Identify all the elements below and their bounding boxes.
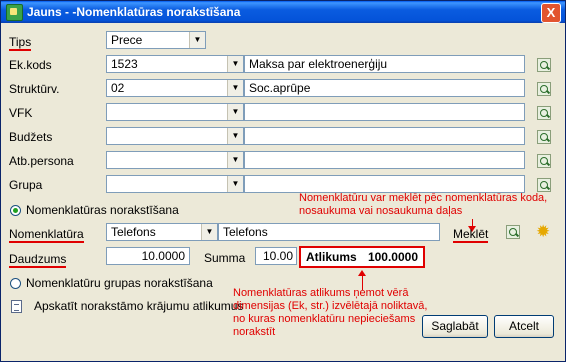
- lookup-icon[interactable]: [506, 225, 520, 239]
- atlikums-note-line: dimensijas (Ek, str.) izvēlētajā nolikta…: [233, 300, 428, 312]
- cancel-button[interactable]: Atcelt: [494, 315, 554, 338]
- apskatit-link[interactable]: Apskatīt norakstāmo krājumu atlikumus: [34, 299, 243, 313]
- nomenklatura-label: Nomenklatūra: [9, 227, 84, 243]
- budzets-label: Budžets: [9, 130, 53, 144]
- chevron-down-icon[interactable]: ▼: [227, 128, 243, 144]
- tips-select[interactable]: Prece ▼: [106, 31, 206, 49]
- chevron-down-icon[interactable]: ▼: [227, 56, 243, 72]
- chevron-down-icon[interactable]: ▼: [201, 224, 217, 240]
- close-button[interactable]: X: [541, 3, 561, 23]
- search-note-line: nosaukuma vai nosaukuma daļas: [299, 205, 463, 217]
- summa-field[interactable]: 10.00: [255, 247, 297, 265]
- radio-grupas-label: Nomenklatūru grupas norakstīšana: [26, 276, 213, 290]
- dialog-window: Jauns - -Nomenklatūras norakstīšana X Ti…: [0, 0, 566, 362]
- ekkods-name-field[interactable]: Maksa par elektroenerģiju: [244, 55, 525, 73]
- budzets-code-select[interactable]: ▼: [106, 127, 244, 145]
- daudzums-label: Daudzums: [9, 252, 67, 268]
- daudzums-field[interactable]: 10.0000: [106, 247, 190, 265]
- nomenklatura-code-select[interactable]: Telefons ▼: [106, 223, 218, 241]
- atbpersona-code-select[interactable]: ▼: [106, 151, 244, 169]
- document-icon[interactable]: [11, 300, 22, 313]
- atbpersona-name-field[interactable]: [244, 151, 525, 169]
- meklet-link[interactable]: Meklēt: [453, 227, 489, 243]
- atlikums-note-line: no kuras nomenklatūru nepieciešams: [233, 313, 416, 325]
- strukturv-code-select[interactable]: 02 ▼: [106, 79, 244, 97]
- vfk-label: VFK: [9, 106, 33, 120]
- grupa-name-field[interactable]: [244, 175, 525, 193]
- title-bar: Jauns - -Nomenklatūras norakstīšana X: [1, 1, 565, 23]
- tips-label: Tips: [9, 35, 32, 51]
- search-note-line: Nomenklatūru var meklēt pēc nomenklatūra…: [299, 192, 548, 204]
- lookup-icon[interactable]: [537, 106, 551, 120]
- atbpersona-label: Atb.persona: [9, 154, 74, 168]
- window-title: Jauns - -Nomenklatūras norakstīšana: [27, 5, 241, 19]
- atlikums-note: Nomenklatūras atlikums ņemot vērā dimens…: [233, 287, 427, 339]
- app-icon: [6, 4, 23, 21]
- budzets-name-field[interactable]: [244, 127, 525, 145]
- vfk-name-field[interactable]: [244, 103, 525, 121]
- atlikums-label: Atlikums: [306, 250, 357, 264]
- atlikums-note-line: norakstīt: [233, 326, 276, 338]
- lookup-icon[interactable]: [537, 82, 551, 96]
- radio-grupas-norakstisana[interactable]: [10, 278, 21, 289]
- lookup-icon[interactable]: [537, 58, 551, 72]
- ekkods-code-select[interactable]: 1523 ▼: [106, 55, 244, 73]
- lookup-icon[interactable]: [537, 154, 551, 168]
- summa-label: Summa: [204, 251, 246, 265]
- strukturv-label: Struktūrv.: [9, 82, 60, 96]
- nomenklatura-code-value: Telefons: [111, 225, 156, 239]
- strukturv-code-value: 02: [111, 81, 125, 95]
- radio-nomenklaturas-norakstisana[interactable]: [10, 205, 21, 216]
- chevron-down-icon[interactable]: ▼: [227, 152, 243, 168]
- chevron-down-icon[interactable]: ▼: [227, 80, 243, 96]
- radio-nomenklaturas-label: Nomenklatūras norakstīšana: [26, 203, 179, 217]
- vfk-code-select[interactable]: ▼: [106, 103, 244, 121]
- dialog-body: Tips Prece ▼ Ek.kods 1523 ▼ Maksa par el…: [1, 23, 565, 361]
- search-note: Nomenklatūru var meklēt pēc nomenklatūra…: [299, 192, 547, 218]
- nomenklatura-name-field[interactable]: Telefons: [218, 223, 440, 241]
- save-button[interactable]: Saglabāt: [422, 315, 488, 338]
- lookup-icon[interactable]: [537, 130, 551, 144]
- tips-value: Prece: [111, 33, 143, 47]
- grupa-label: Grupa: [9, 178, 43, 192]
- strukturv-name-field[interactable]: Soc.aprūpe: [244, 79, 525, 97]
- gear-icon[interactable]: ✹: [536, 223, 550, 240]
- chevron-down-icon[interactable]: ▼: [189, 32, 205, 48]
- atlikums-box: Atlikums 100.0000: [299, 246, 425, 268]
- atlikums-value: 100.0000: [367, 250, 418, 264]
- lookup-icon[interactable]: [537, 178, 551, 192]
- chevron-down-icon[interactable]: ▼: [227, 104, 243, 120]
- ekkods-label: Ek.kods: [9, 58, 52, 72]
- chevron-down-icon[interactable]: ▼: [227, 176, 243, 192]
- atlikums-note-line: Nomenklatūras atlikums ņemot vērā: [233, 287, 409, 299]
- grupa-code-select[interactable]: ▼: [106, 175, 244, 193]
- ekkods-code-value: 1523: [111, 57, 138, 71]
